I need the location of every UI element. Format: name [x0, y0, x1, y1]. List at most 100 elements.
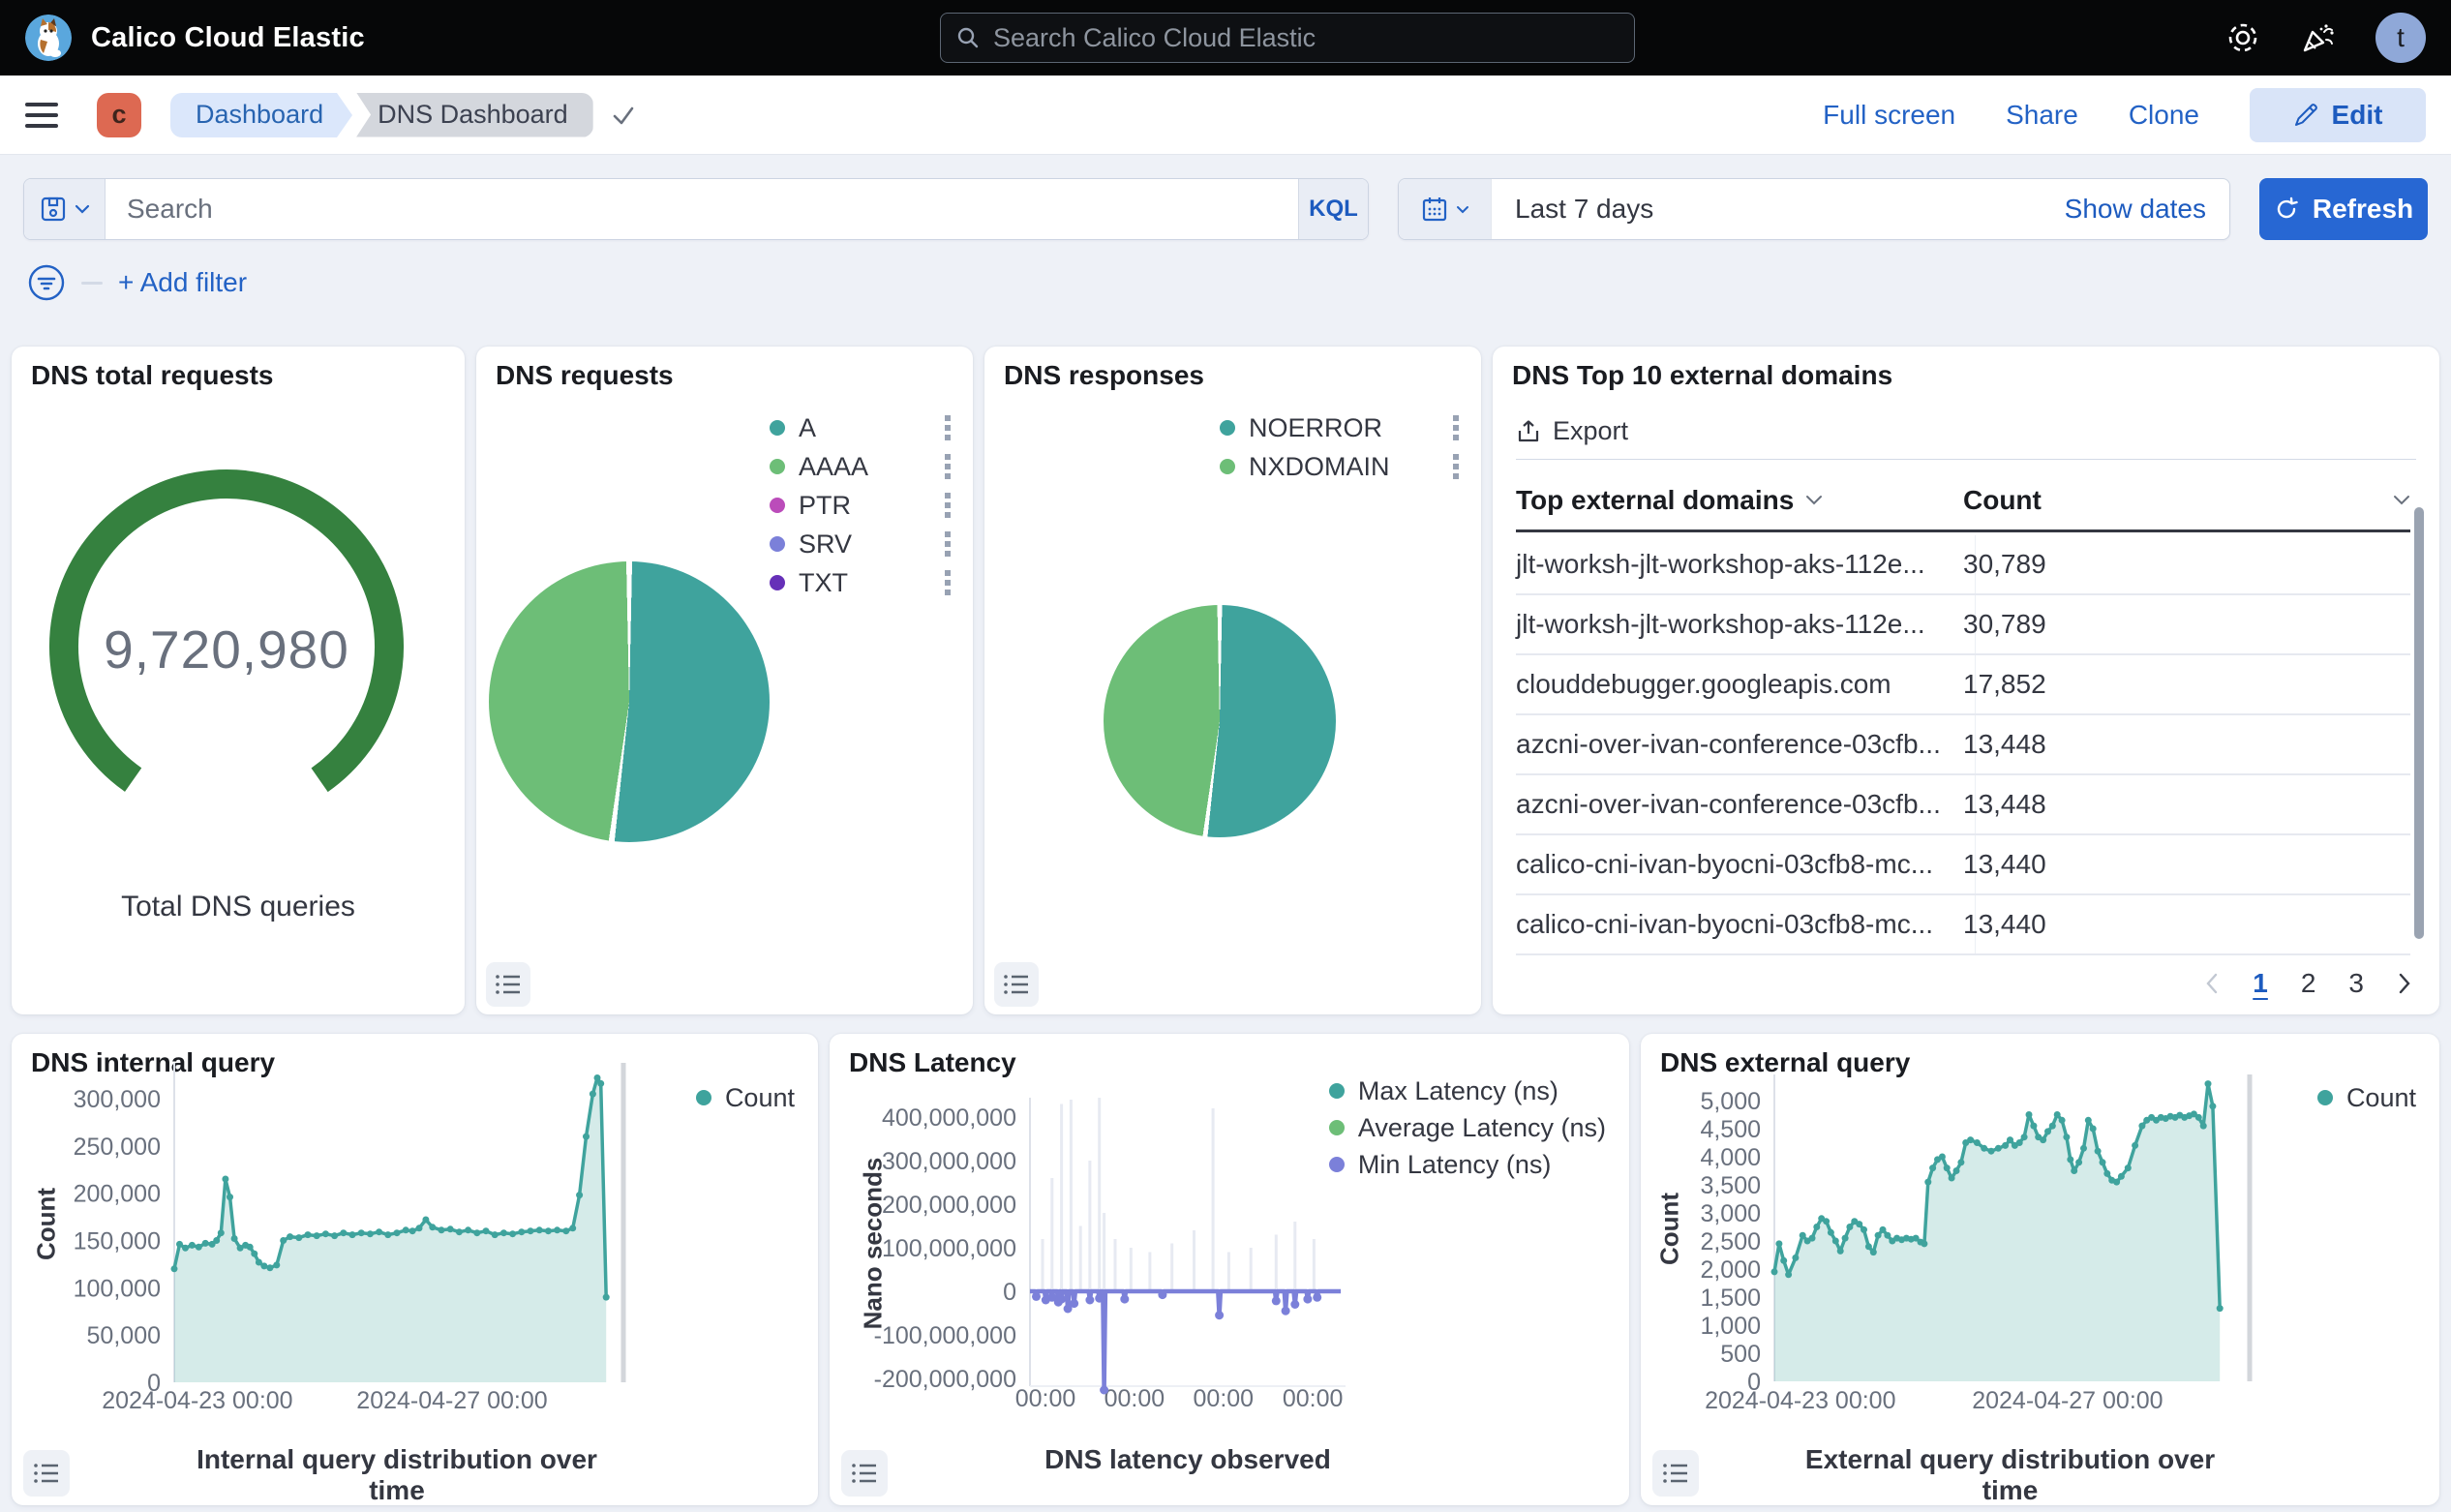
- y-tick: 1,500: [1700, 1285, 1761, 1312]
- breadcrumb-dashboard[interactable]: Dashboard: [170, 93, 337, 137]
- whats-new-button[interactable]: [2300, 20, 2335, 55]
- space-badge[interactable]: c: [97, 93, 141, 137]
- prev-page-button[interactable]: [2204, 972, 2220, 995]
- table-row[interactable]: jlt-worksh-jlt-workshop-aks-112e...30,78…: [1516, 595, 2410, 655]
- column-header-domains[interactable]: Top external domains: [1516, 485, 1963, 516]
- legend-actions-button[interactable]: [942, 492, 953, 519]
- latency-line-chart[interactable]: 400,000,000300,000,000200,000,000100,000…: [830, 1098, 1372, 1417]
- legend-item[interactable]: TXT: [770, 563, 953, 602]
- dns-requests-pie-chart[interactable]: [489, 561, 770, 842]
- y-tick: 2,000: [1700, 1256, 1761, 1284]
- legend-actions-button[interactable]: [942, 453, 953, 480]
- clone-button[interactable]: Clone: [2129, 100, 2199, 131]
- export-label: Export: [1553, 416, 1628, 446]
- export-button[interactable]: Export: [1516, 416, 1628, 446]
- legend-actions-button[interactable]: [942, 569, 953, 596]
- y-tick: 500: [1720, 1341, 1761, 1368]
- legend-dot: [770, 459, 785, 474]
- legend-item[interactable]: AAAA: [770, 447, 953, 486]
- legend-actions-button[interactable]: [1450, 453, 1462, 480]
- legend-item[interactable]: NOERROR: [1220, 408, 1462, 447]
- legend: NOERROR NXDOMAIN: [1220, 408, 1462, 486]
- page-button-3[interactable]: 3: [2348, 968, 2364, 999]
- cell-domain: clouddebugger.googleapis.com: [1516, 669, 1963, 700]
- kql-search-box: Search KQL: [23, 178, 1369, 240]
- table-row[interactable]: jlt-worksh-jlt-workshop-aks-112e...30,78…: [1516, 535, 2410, 595]
- legend-toggle-button[interactable]: [23, 1450, 70, 1497]
- column-header-count[interactable]: Count: [1963, 485, 2410, 516]
- query-search-input[interactable]: Search: [106, 179, 1298, 239]
- legend-toggle-button[interactable]: [1652, 1450, 1699, 1497]
- table-scrollbar[interactable]: [2414, 507, 2424, 939]
- refresh-icon: [2274, 197, 2299, 222]
- legend-item[interactable]: Count: [696, 1078, 795, 1117]
- dashboard-app: Calico Cloud Elastic Search Calico Cloud…: [0, 0, 2451, 1512]
- legend-dot: [1220, 459, 1235, 474]
- cell-domain: jlt-worksh-jlt-workshop-aks-112e...: [1516, 609, 1963, 640]
- legend-label: NOERROR: [1249, 413, 1382, 443]
- app-title: Calico Cloud Elastic: [91, 22, 365, 54]
- sort-chevron-icon: [2393, 495, 2410, 505]
- legend-toggle-button[interactable]: [486, 962, 530, 1007]
- calico-logo[interactable]: [25, 15, 72, 61]
- x-tick: 00:00: [1283, 1385, 1344, 1412]
- add-filter-button[interactable]: + Add filter: [118, 267, 247, 298]
- table-row[interactable]: azcni-over-ivan-conference-03cfb...13,44…: [1516, 715, 2410, 775]
- date-quick-menu-button[interactable]: [1399, 179, 1492, 239]
- kql-language-button[interactable]: KQL: [1298, 179, 1368, 239]
- dns-responses-pie-chart[interactable]: [1104, 605, 1336, 837]
- saved-check-icon: [609, 101, 638, 130]
- legend-actions-button[interactable]: [942, 530, 953, 558]
- table-row[interactable]: calico-cni-ivan-byocni-03cfb8-mc...13,44…: [1516, 835, 2410, 895]
- time-range-value[interactable]: Last 7 days: [1492, 179, 2065, 239]
- external-query-area-chart[interactable]: 05001,0001,5002,0002,5003,0003,5004,0004…: [1641, 1074, 2261, 1419]
- next-page-button[interactable]: [2397, 972, 2412, 995]
- share-button[interactable]: Share: [2006, 100, 2078, 131]
- y-tick: 100,000: [74, 1275, 161, 1302]
- internal-query-area-chart[interactable]: 050,000100,000150,000200,000250,000300,0…: [12, 1063, 636, 1419]
- legend-label: A: [799, 413, 816, 443]
- chevron-down-icon: [1456, 205, 1469, 214]
- y-tick: 1,000: [1700, 1313, 1761, 1340]
- legend-item[interactable]: NXDOMAIN: [1220, 447, 1462, 486]
- panel-dns-total-requests: DNS total requests 9,720,980 Total DNS q…: [12, 347, 465, 1014]
- legend-item[interactable]: Min Latency (ns): [1329, 1146, 1606, 1183]
- menu-button[interactable]: [25, 102, 58, 129]
- legend-label: Max Latency (ns): [1358, 1076, 1558, 1106]
- y-tick: 300,000: [74, 1086, 161, 1113]
- legend-item[interactable]: Max Latency (ns): [1329, 1073, 1606, 1109]
- legend-item[interactable]: SRV: [770, 525, 953, 563]
- show-dates-button[interactable]: Show dates: [2065, 179, 2229, 239]
- legend-item[interactable]: Average Latency (ns): [1329, 1109, 1606, 1146]
- table-row[interactable]: azcni-over-ivan-conference-03cfb...13,44…: [1516, 775, 2410, 835]
- legend-actions-icon: [942, 414, 953, 441]
- page-button-1[interactable]: 1: [2253, 968, 2268, 999]
- table-row[interactable]: clouddebugger.googleapis.com17,852: [1516, 655, 2410, 715]
- cell-count: 13,448: [1963, 789, 2410, 820]
- x-tick: 2024-04-27 00:00: [356, 1387, 547, 1414]
- filter-menu-button[interactable]: [27, 263, 66, 302]
- cell-domain: azcni-over-ivan-conference-03cfb...: [1516, 729, 1963, 760]
- list-icon: [1662, 1462, 1689, 1485]
- edit-button[interactable]: Edit: [2250, 88, 2426, 142]
- refresh-button[interactable]: Refresh: [2259, 178, 2428, 240]
- user-avatar[interactable]: t: [2375, 13, 2426, 63]
- legend-item[interactable]: A: [770, 408, 953, 447]
- legend-actions-button[interactable]: [942, 414, 953, 441]
- full-screen-button[interactable]: Full screen: [1823, 100, 1955, 131]
- legend-actions-button[interactable]: [1450, 414, 1462, 441]
- nav-bar: c Dashboard DNS Dashboard Full screen Sh…: [0, 76, 2451, 155]
- table-row[interactable]: calico-cni-ivan-byocni-03cfb8-mc...13,44…: [1516, 895, 2410, 955]
- query-search-placeholder: Search: [127, 194, 213, 225]
- legend-item[interactable]: PTR: [770, 486, 953, 525]
- party-popper-icon: [2300, 20, 2335, 55]
- help-button[interactable]: [2226, 21, 2259, 54]
- legend-item[interactable]: Count: [2317, 1078, 2416, 1117]
- legend-toggle-button[interactable]: [841, 1450, 888, 1497]
- page-button-2[interactable]: 2: [2301, 968, 2316, 999]
- legend-label: Min Latency (ns): [1358, 1150, 1552, 1180]
- global-search-input[interactable]: Search Calico Cloud Elastic: [940, 13, 1635, 63]
- saved-query-menu-button[interactable]: [24, 179, 106, 239]
- legend-toggle-button[interactable]: [994, 962, 1039, 1007]
- panel-top-external-domains: DNS Top 10 external domains Export Top e…: [1493, 347, 2439, 1014]
